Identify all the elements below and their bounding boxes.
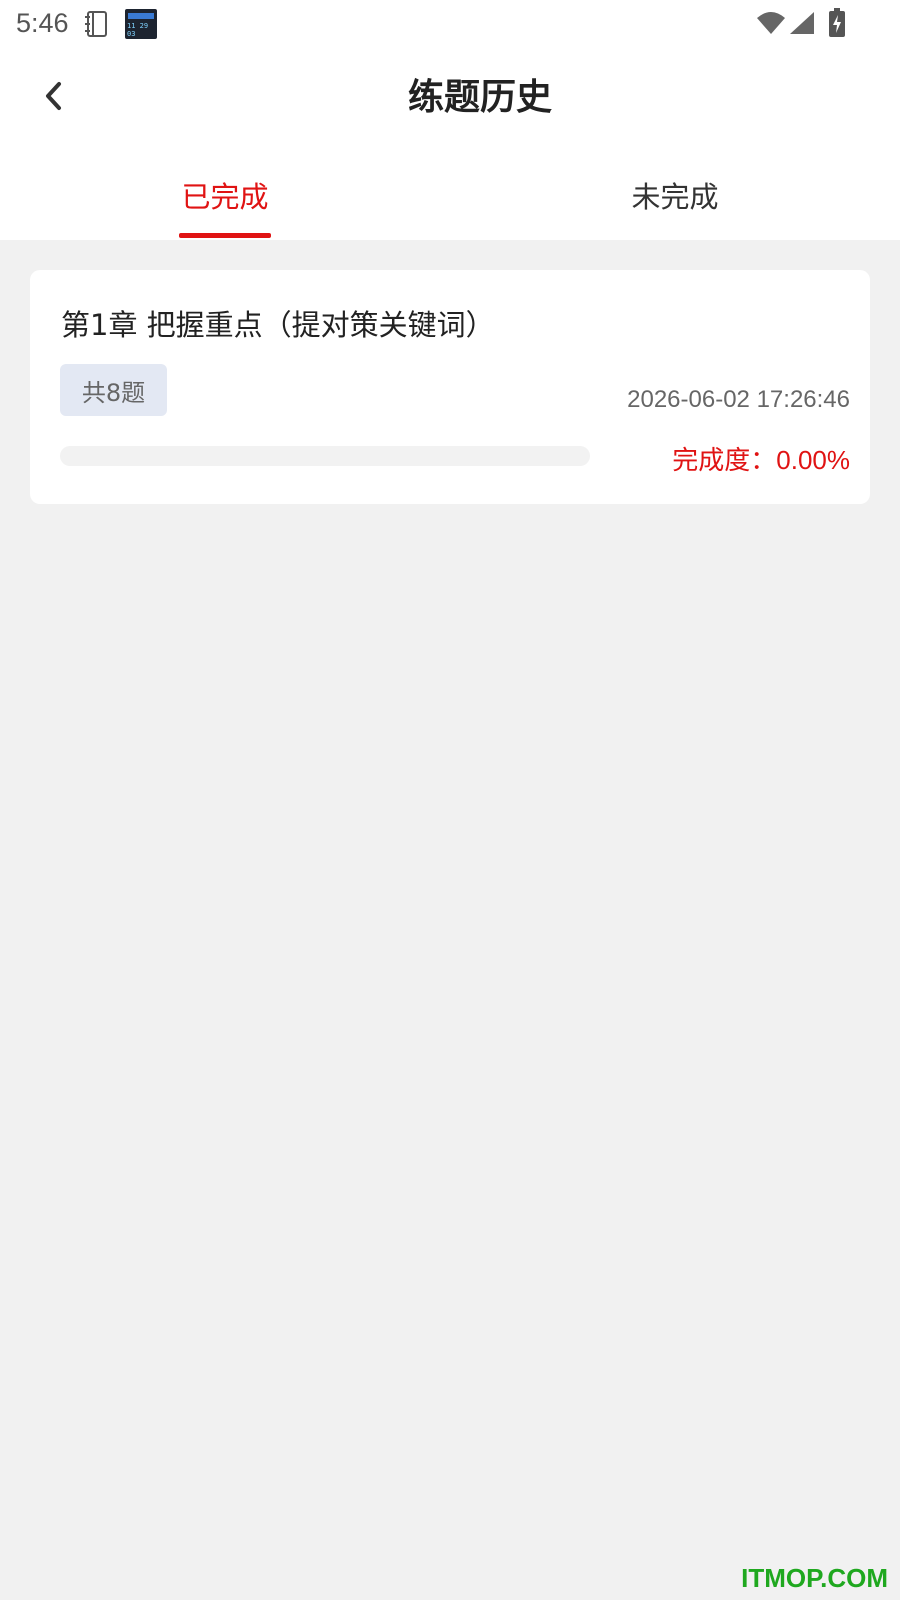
progress-bar: [60, 446, 590, 466]
battery-charging-icon: [829, 8, 845, 37]
watermark: ITMOP.COM: [741, 1563, 888, 1593]
practice-record-card[interactable]: 第1章 把握重点（提对策关键词） 共8题 2026-06-02 17:26:46…: [30, 270, 870, 504]
question-count-badge: 共8题: [60, 364, 167, 416]
wifi-icon: [757, 12, 785, 34]
record-date: 2026-06-02 17:26:46: [627, 386, 850, 413]
notebook-icon: [85, 11, 107, 37]
page-title: 练题历史: [407, 77, 552, 118]
status-time: 5:46: [16, 8, 69, 38]
completion-value: 0.00%: [776, 445, 850, 475]
thumb-digits: 11 29 03: [127, 22, 149, 38]
completion-text: 完成度：0.00%: [672, 440, 850, 477]
tab-incomplete[interactable]: 未完成: [450, 160, 900, 240]
tab-completed[interactable]: 已完成: [0, 160, 450, 240]
signal-icon: [790, 12, 814, 34]
completion-label: 完成度：: [672, 446, 777, 476]
tab-bar: 已完成 未完成: [0, 160, 900, 240]
record-title: 第1章 把握重点（提对策关键词）: [61, 308, 495, 342]
active-tab-indicator: [179, 233, 271, 238]
status-bar: 5:46 11 29 03: [0, 0, 900, 48]
app-thumbnail-icon: 11 29 03: [125, 9, 157, 39]
